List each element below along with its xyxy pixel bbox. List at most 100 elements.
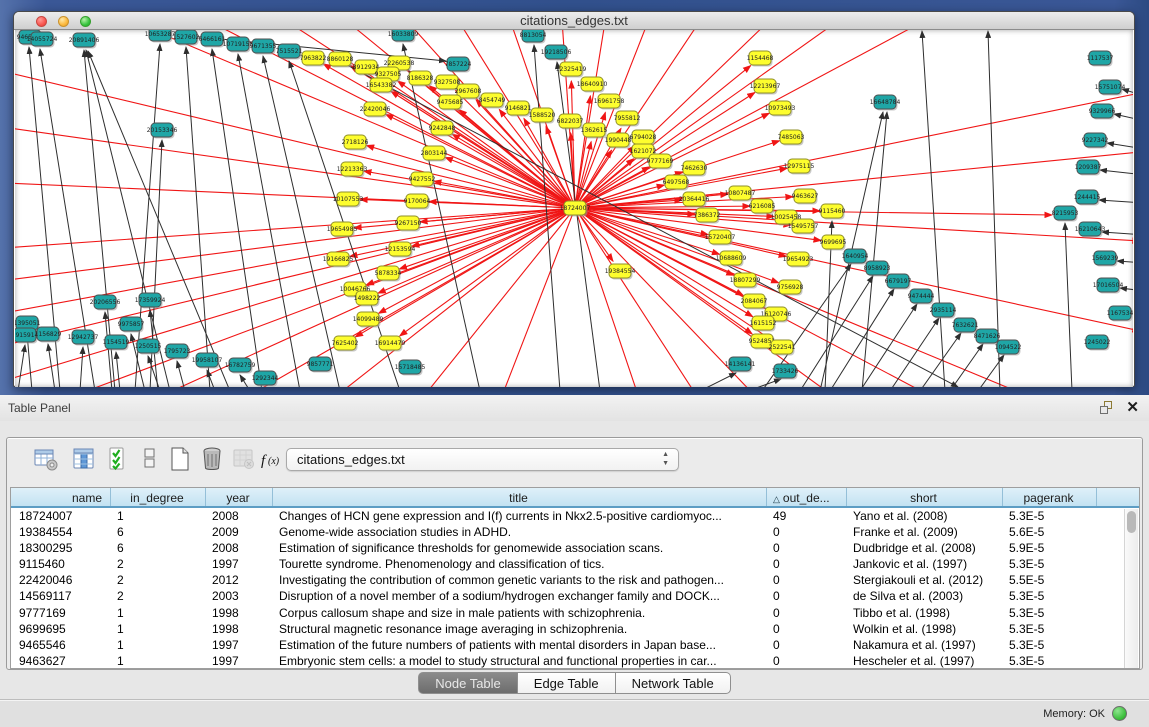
column-header-name[interactable]: name [11,488,111,506]
graph-node[interactable]: 1795723 [164,344,191,360]
table-row[interactable]: 946362711997Embryonic stem cells: a mode… [11,653,1139,669]
select-rows-icon[interactable] [107,446,133,472]
column-header-out_de[interactable]: △out_de... [767,488,847,506]
graph-node[interactable]: 15720407 [705,230,736,246]
graph-node[interactable]: 19218506 [541,45,572,61]
graph-node[interactable]: 1640954 [842,249,869,265]
graph-node[interactable]: 1588520 [529,108,556,124]
graph-node[interactable]: 9699695 [820,235,847,251]
graph-node[interactable]: 7857224 [445,57,472,73]
graph-node[interactable]: 10688609 [716,251,747,267]
graph-node[interactable]: 15718485 [395,360,426,376]
table-row[interactable]: 1872400712008Changes of HCN gene express… [11,508,1139,524]
table-row[interactable]: 2242004622012Investigating the contribut… [11,572,1139,588]
graph-node[interactable]: 1292344 [252,371,279,387]
graph-node[interactable]: 7632621 [952,318,979,334]
graph-node[interactable]: 22420046 [360,102,391,118]
graph-node[interactable]: 2084067 [741,294,768,310]
table-settings-icon[interactable] [33,446,59,472]
graph-node[interactable]: 9146821 [505,101,532,117]
graph-node[interactable]: 2935114 [930,303,957,319]
column-header-title[interactable]: title [273,488,767,506]
table-row[interactable]: 1456911722003Disruption of a novel membe… [11,588,1139,604]
graph-node[interactable]: 16648784 [870,95,901,111]
graph-node[interactable]: 1990448 [605,133,632,149]
graph-node[interactable]: 9671355 [250,39,277,55]
graph-node[interactable]: 5878334 [375,266,402,282]
graph-node[interactable]: 14099489 [353,312,384,328]
graph-node[interactable]: 12975115 [784,159,815,175]
graph-node[interactable]: 1156829 [35,327,62,343]
graph-node[interactable]: 1094522 [995,340,1022,356]
graph-node[interactable]: 1245022 [1084,335,1111,351]
graph-node[interactable]: 9427552 [409,172,436,188]
float-panel-icon[interactable] [1099,400,1115,416]
graph-node[interactable]: 1362615 [581,123,608,139]
graph-node[interactable]: 1250515 [135,339,162,355]
graph-node[interactable]: 12942737 [68,330,99,346]
graph-node[interactable]: 17359924 [135,293,166,309]
table-row[interactable]: 1830029562008Estimation of significance … [11,540,1139,556]
graph-node[interactable]: 16914479 [375,336,406,352]
graph-node[interactable]: 9170064 [404,194,431,210]
graph-node[interactable]: 10807487 [725,186,756,202]
graph-node[interactable]: 19384554 [605,264,636,280]
graph-node[interactable]: 2718126 [342,135,369,151]
graph-node[interactable]: 6822037 [557,114,584,130]
graph-node[interactable]: 19166825 [323,252,354,268]
table-row[interactable]: 946554611997Estimation of the future num… [11,637,1139,653]
new-table-icon[interactable] [167,446,193,472]
close-panel-icon[interactable]: ✕ [1126,398,1139,416]
graph-node[interactable]: 1498222 [354,291,381,307]
graph-node[interactable]: 6794028 [630,130,657,146]
graph-node[interactable]: 14136141 [725,357,756,373]
graph-node[interactable]: 7963822 [300,51,327,67]
graph-node[interactable]: 18807299 [730,273,761,289]
graph-node[interactable]: 1209387 [1075,160,1102,176]
network-canvas[interactable]: 1872400779638228860128891293422260538932… [15,30,1133,387]
graph-node[interactable]: 7386372 [694,208,721,224]
graph-node[interactable]: 9267150 [395,216,422,232]
memory-indicator[interactable] [1112,706,1127,721]
column-header-pagerank[interactable]: pagerank [1003,488,1097,506]
graph-node[interactable]: 8860128 [327,52,354,68]
graph-node[interactable]: 18640910 [577,77,608,93]
graph-node[interactable]: 1733426 [772,364,799,380]
graph-node[interactable]: 1154468 [747,51,774,67]
graph-node[interactable]: 8186328 [407,71,434,87]
table-selector-dropdown[interactable]: citations_edges.txt ▲▼ [286,448,679,471]
graph-node[interactable]: 8454749 [479,93,506,109]
table-row[interactable]: 1938455462009Genome-wide association stu… [11,524,1139,540]
tab-node-table[interactable]: Node Table [418,672,518,694]
graph-node[interactable]: 15495757 [788,219,819,235]
graph-node[interactable]: 16033809 [388,30,419,43]
graph-node[interactable]: 7462630 [681,161,708,177]
graph-node[interactable]: 12153594 [385,242,416,258]
graph-node[interactable]: 1117537 [1087,51,1114,67]
function-builder-icon[interactable]: f(x) [259,446,285,472]
graph-node[interactable]: 8215953 [1052,206,1079,222]
graph-node[interactable]: 9756928 [777,280,804,296]
tab-network-table[interactable]: Network Table [616,672,731,694]
column-chooser-icon[interactable] [71,446,97,472]
graph-node[interactable]: 16961758 [594,94,625,110]
graph-node[interactable]: 2803144 [421,146,448,162]
graph-node[interactable]: 9227342 [1082,133,1109,149]
graph-node[interactable]: 19958107 [192,353,223,369]
graph-node[interactable]: 9777169 [647,154,674,170]
graph-node[interactable]: 15751074 [1095,80,1126,96]
graph-node[interactable]: 6497568 [663,175,690,191]
graph-node[interactable]: 20153346 [147,123,178,139]
graph-node[interactable]: 20364416 [679,192,710,208]
graph-node[interactable]: 1167534 [1107,306,1133,322]
graph-node[interactable]: 7625402 [332,336,359,352]
graph-node[interactable]: 19654985 [327,222,358,238]
graph-node[interactable]: 20891406 [69,33,100,49]
graph-svg[interactable]: 1872400779638228860128891293422260538932… [15,30,1133,387]
graph-node[interactable]: 9975857 [118,317,145,333]
row-height-icon[interactable] [137,446,163,472]
table-row[interactable]: 969969511998Structural magnetic resonanc… [11,621,1139,637]
graph-node[interactable]: 16210643 [1075,222,1106,238]
graph-node[interactable]: 10653287 [145,30,176,43]
table-scrollbar[interactable] [1124,509,1138,669]
